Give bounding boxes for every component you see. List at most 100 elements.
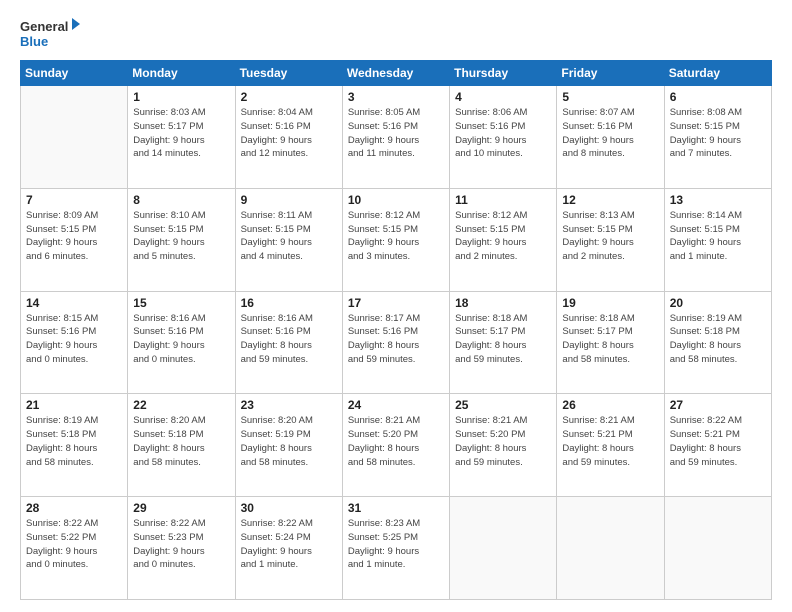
- day-cell: 8 Sunrise: 8:10 AMSunset: 5:15 PMDaylight…: [128, 188, 235, 291]
- day-info: Sunrise: 8:04 AMSunset: 5:16 PMDaylight:…: [241, 106, 337, 161]
- day-cell: 24 Sunrise: 8:21 AMSunset: 5:20 PMDayligh…: [342, 394, 449, 497]
- day-number: 11: [455, 193, 551, 207]
- day-cell: 9 Sunrise: 8:11 AMSunset: 5:15 PMDaylight…: [235, 188, 342, 291]
- day-number: 13: [670, 193, 766, 207]
- day-cell: 21 Sunrise: 8:19 AMSunset: 5:18 PMDayligh…: [21, 394, 128, 497]
- day-cell: 15 Sunrise: 8:16 AMSunset: 5:16 PMDayligh…: [128, 291, 235, 394]
- day-cell: [21, 86, 128, 189]
- day-number: 10: [348, 193, 444, 207]
- week-row-4: 28 Sunrise: 8:22 AMSunset: 5:22 PMDayligh…: [21, 497, 772, 600]
- day-info: Sunrise: 8:12 AMSunset: 5:15 PMDaylight:…: [455, 209, 551, 264]
- day-cell: 23 Sunrise: 8:20 AMSunset: 5:19 PMDayligh…: [235, 394, 342, 497]
- day-info: Sunrise: 8:17 AMSunset: 5:16 PMDaylight:…: [348, 312, 444, 367]
- header-monday: Monday: [128, 61, 235, 86]
- header-saturday: Saturday: [664, 61, 771, 86]
- day-number: 5: [562, 90, 658, 104]
- day-info: Sunrise: 8:03 AMSunset: 5:17 PMDaylight:…: [133, 106, 229, 161]
- header: General Blue: [20, 16, 772, 52]
- header-thursday: Thursday: [450, 61, 557, 86]
- day-info: Sunrise: 8:18 AMSunset: 5:17 PMDaylight:…: [455, 312, 551, 367]
- day-cell: 11 Sunrise: 8:12 AMSunset: 5:15 PMDayligh…: [450, 188, 557, 291]
- day-info: Sunrise: 8:16 AMSunset: 5:16 PMDaylight:…: [241, 312, 337, 367]
- day-number: 4: [455, 90, 551, 104]
- day-info: Sunrise: 8:22 AMSunset: 5:22 PMDaylight:…: [26, 517, 122, 572]
- day-info: Sunrise: 8:20 AMSunset: 5:18 PMDaylight:…: [133, 414, 229, 469]
- day-info: Sunrise: 8:10 AMSunset: 5:15 PMDaylight:…: [133, 209, 229, 264]
- day-number: 8: [133, 193, 229, 207]
- logo: General Blue: [20, 16, 80, 52]
- day-cell: 31 Sunrise: 8:23 AMSunset: 5:25 PMDayligh…: [342, 497, 449, 600]
- day-cell: 16 Sunrise: 8:16 AMSunset: 5:16 PMDayligh…: [235, 291, 342, 394]
- header-friday: Friday: [557, 61, 664, 86]
- day-cell: 2 Sunrise: 8:04 AMSunset: 5:16 PMDaylight…: [235, 86, 342, 189]
- day-number: 24: [348, 398, 444, 412]
- day-number: 2: [241, 90, 337, 104]
- day-info: Sunrise: 8:21 AMSunset: 5:20 PMDaylight:…: [455, 414, 551, 469]
- day-cell: 19 Sunrise: 8:18 AMSunset: 5:17 PMDayligh…: [557, 291, 664, 394]
- logo-svg: General Blue: [20, 16, 80, 52]
- day-cell: [557, 497, 664, 600]
- day-cell: 13 Sunrise: 8:14 AMSunset: 5:15 PMDayligh…: [664, 188, 771, 291]
- day-cell: 14 Sunrise: 8:15 AMSunset: 5:16 PMDayligh…: [21, 291, 128, 394]
- day-info: Sunrise: 8:20 AMSunset: 5:19 PMDaylight:…: [241, 414, 337, 469]
- day-number: 26: [562, 398, 658, 412]
- day-number: 19: [562, 296, 658, 310]
- day-cell: 18 Sunrise: 8:18 AMSunset: 5:17 PMDayligh…: [450, 291, 557, 394]
- week-row-3: 21 Sunrise: 8:19 AMSunset: 5:18 PMDayligh…: [21, 394, 772, 497]
- day-number: 27: [670, 398, 766, 412]
- day-info: Sunrise: 8:11 AMSunset: 5:15 PMDaylight:…: [241, 209, 337, 264]
- day-number: 28: [26, 501, 122, 515]
- day-info: Sunrise: 8:22 AMSunset: 5:21 PMDaylight:…: [670, 414, 766, 469]
- day-cell: 27 Sunrise: 8:22 AMSunset: 5:21 PMDayligh…: [664, 394, 771, 497]
- day-number: 31: [348, 501, 444, 515]
- day-number: 17: [348, 296, 444, 310]
- day-number: 16: [241, 296, 337, 310]
- day-info: Sunrise: 8:22 AMSunset: 5:24 PMDaylight:…: [241, 517, 337, 572]
- header-tuesday: Tuesday: [235, 61, 342, 86]
- day-info: Sunrise: 8:21 AMSunset: 5:21 PMDaylight:…: [562, 414, 658, 469]
- day-info: Sunrise: 8:19 AMSunset: 5:18 PMDaylight:…: [26, 414, 122, 469]
- day-info: Sunrise: 8:14 AMSunset: 5:15 PMDaylight:…: [670, 209, 766, 264]
- day-info: Sunrise: 8:06 AMSunset: 5:16 PMDaylight:…: [455, 106, 551, 161]
- day-info: Sunrise: 8:19 AMSunset: 5:18 PMDaylight:…: [670, 312, 766, 367]
- day-info: Sunrise: 8:12 AMSunset: 5:15 PMDaylight:…: [348, 209, 444, 264]
- day-cell: 6Sunrise: 8:08 AMSunset: 5:15 PMDaylight…: [664, 86, 771, 189]
- week-row-1: 7Sunrise: 8:09 AMSunset: 5:15 PMDaylight…: [21, 188, 772, 291]
- day-cell: 30 Sunrise: 8:22 AMSunset: 5:24 PMDayligh…: [235, 497, 342, 600]
- day-info: Sunrise: 8:16 AMSunset: 5:16 PMDaylight:…: [133, 312, 229, 367]
- day-number: 20: [670, 296, 766, 310]
- day-info: Sunrise: 8:13 AMSunset: 5:15 PMDaylight:…: [562, 209, 658, 264]
- day-number: 23: [241, 398, 337, 412]
- day-cell: [450, 497, 557, 600]
- day-cell: [664, 497, 771, 600]
- day-number: 21: [26, 398, 122, 412]
- day-info: Sunrise: 8:15 AMSunset: 5:16 PMDaylight:…: [26, 312, 122, 367]
- day-cell: 17 Sunrise: 8:17 AMSunset: 5:16 PMDayligh…: [342, 291, 449, 394]
- day-info: Sunrise: 8:23 AMSunset: 5:25 PMDaylight:…: [348, 517, 444, 572]
- svg-text:Blue: Blue: [20, 34, 48, 49]
- day-number: 14: [26, 296, 122, 310]
- day-number: 12: [562, 193, 658, 207]
- header-sunday: Sunday: [21, 61, 128, 86]
- day-number: 15: [133, 296, 229, 310]
- day-info: Sunrise: 8:05 AMSunset: 5:16 PMDaylight:…: [348, 106, 444, 161]
- day-number: 9: [241, 193, 337, 207]
- day-cell: 1 Sunrise: 8:03 AMSunset: 5:17 PMDaylight…: [128, 86, 235, 189]
- day-cell: 7Sunrise: 8:09 AMSunset: 5:15 PMDaylight…: [21, 188, 128, 291]
- day-number: 30: [241, 501, 337, 515]
- day-info: Sunrise: 8:21 AMSunset: 5:20 PMDaylight:…: [348, 414, 444, 469]
- day-cell: 26 Sunrise: 8:21 AMSunset: 5:21 PMDayligh…: [557, 394, 664, 497]
- day-cell: 29Sunrise: 8:22 AMSunset: 5:23 PMDayligh…: [128, 497, 235, 600]
- svg-text:General: General: [20, 19, 68, 34]
- day-info: Sunrise: 8:18 AMSunset: 5:17 PMDaylight:…: [562, 312, 658, 367]
- day-info: Sunrise: 8:09 AMSunset: 5:15 PMDaylight:…: [26, 209, 122, 264]
- day-cell: 3Sunrise: 8:05 AMSunset: 5:16 PMDaylight…: [342, 86, 449, 189]
- day-number: 29: [133, 501, 229, 515]
- day-number: 18: [455, 296, 551, 310]
- week-row-0: 1 Sunrise: 8:03 AMSunset: 5:17 PMDaylight…: [21, 86, 772, 189]
- day-cell: 20 Sunrise: 8:19 AMSunset: 5:18 PMDayligh…: [664, 291, 771, 394]
- day-number: 25: [455, 398, 551, 412]
- day-cell: 25 Sunrise: 8:21 AMSunset: 5:20 PMDayligh…: [450, 394, 557, 497]
- day-number: 1: [133, 90, 229, 104]
- day-cell: 28 Sunrise: 8:22 AMSunset: 5:22 PMDayligh…: [21, 497, 128, 600]
